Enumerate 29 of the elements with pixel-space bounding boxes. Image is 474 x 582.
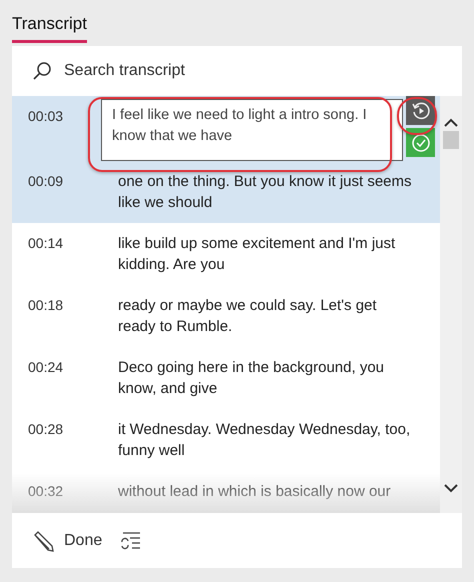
transcript-row[interactable]: 00:03 I feel like we need to light a intro song. I know that we have xyxy=(12,96,440,161)
format-icon[interactable] xyxy=(120,530,142,550)
timestamp: 00:28 xyxy=(28,420,64,439)
transcript-text: like build up some excitement and I'm just kidding. Are you xyxy=(118,234,396,275)
timestamp: 00:32 xyxy=(28,482,64,501)
transcript-text: ready or maybe we could say. Let's get ready to Rumble. xyxy=(118,296,378,337)
timestamp: 00:09 xyxy=(28,172,64,191)
timestamp: 00:14 xyxy=(28,234,64,253)
confirm-button[interactable] xyxy=(406,128,435,157)
timestamp: 00:18 xyxy=(28,296,64,315)
pencil-icon xyxy=(32,530,54,552)
done-button[interactable]: Done xyxy=(32,530,102,552)
replay-button[interactable] xyxy=(406,96,435,125)
transcript-row[interactable]: 00:09 one on the thing. But you know it just seems like we should xyxy=(12,161,440,223)
replay-icon xyxy=(410,100,430,120)
scroll-thumb[interactable] xyxy=(443,131,459,149)
timestamp: 00:03 xyxy=(28,107,64,126)
transcript-text: Deco going here in the background, you know, and give xyxy=(118,358,386,399)
transcript-text: without lead in which is basically now our xyxy=(118,482,392,502)
tab[interactable]: Transcript xyxy=(12,14,87,43)
scroll-up-icon[interactable] xyxy=(444,118,458,127)
timestamp: 00:24 xyxy=(28,358,64,377)
transcript-text: one on the thing. But you know it just seems like we should xyxy=(118,172,413,213)
check-icon xyxy=(410,132,430,152)
scroll-down-icon[interactable] xyxy=(444,484,458,493)
search-field[interactable]: Search transcript xyxy=(62,61,366,81)
search-icon xyxy=(32,61,52,81)
transcript-text: it Wednesday. Wednesday Wednesday, too, funny well xyxy=(118,420,412,461)
edit-field[interactable]: I feel like we need to light a intro song. I know that we have xyxy=(101,99,403,161)
